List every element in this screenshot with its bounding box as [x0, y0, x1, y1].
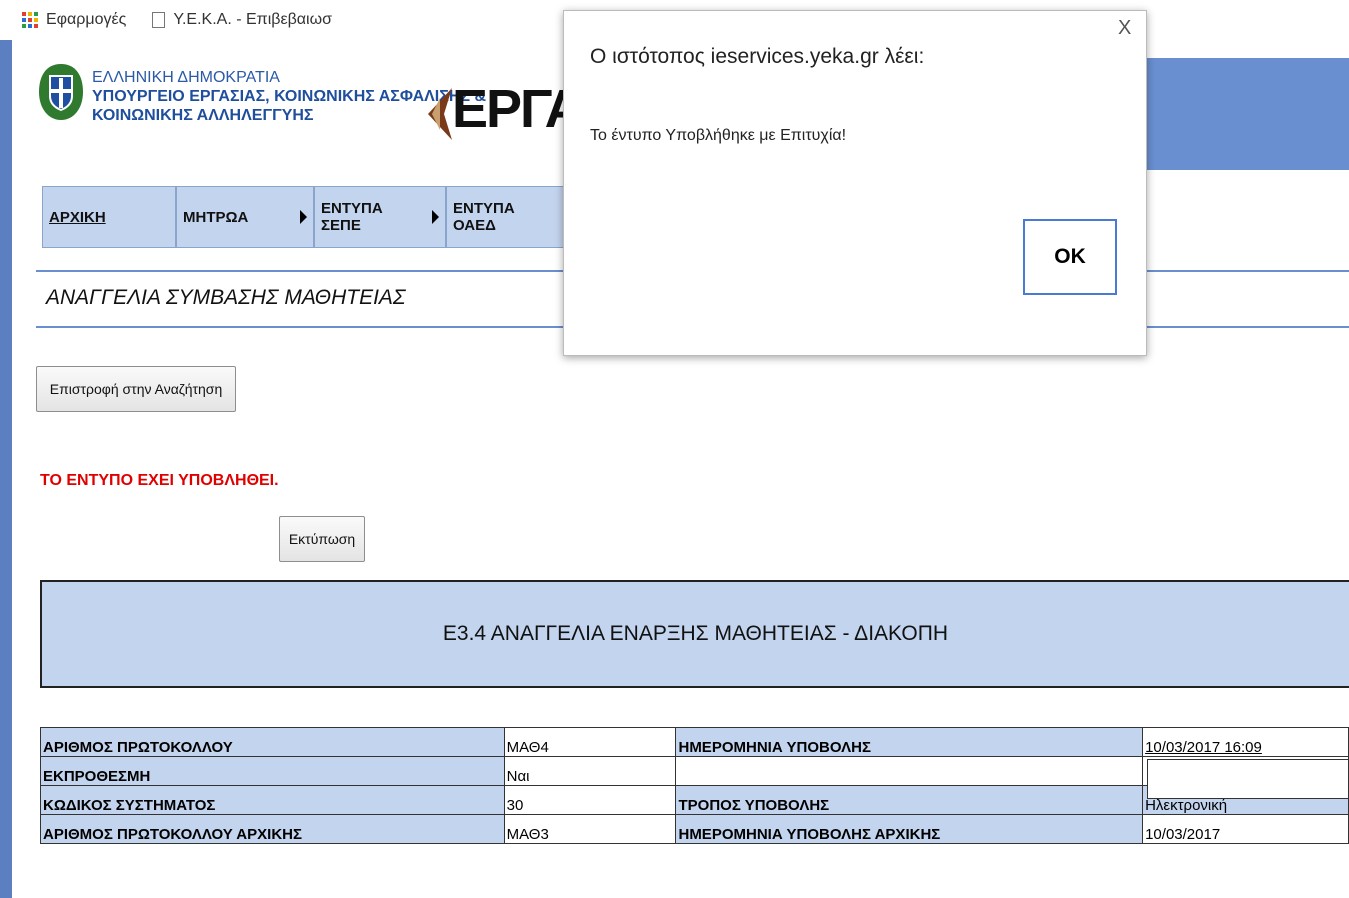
ergani-logo-text: ΕΡΓΑΝΗ [452, 79, 564, 139]
submission-date-value: 10/03/2017 16:09 [1142, 727, 1349, 757]
table-row: ΑΡΙΘΜΟΣ ΠΡΩΤΟΚΟΛΛΟΥ ΜΑΘ4 ΗΜΕΡΟΜΗΝΙΑ ΥΠΟΒ… [40, 727, 1349, 757]
alert-dialog: Ο ιστότοπος ieservices.yeka.gr λέει: X Τ… [563, 10, 1147, 356]
close-icon[interactable]: X [1118, 17, 1131, 40]
submission-status-message: ΤΟ ΕΝΤΥΠΟ ΕΧΕΙ ΥΠΟΒΛΗΘΕΙ. [40, 472, 279, 489]
form-title-band: Ε3.4 ΑΝΑΓΓΕΛΙΑ ΕΝΑΡΞΗΣ ΜΑΘΗΤΕΙΑΣ - ΔΙΑΚΟ… [40, 580, 1349, 688]
empty-cell [675, 756, 1144, 786]
redaction-box [1147, 759, 1349, 799]
bookmark-page-label[interactable]: Υ.Ε.Κ.Α. - Επιβεβαιωσ [173, 11, 332, 29]
overdue-label: ΕΚΠΡΟΘΕΣΜΗ [40, 756, 505, 786]
original-protocol-label: ΑΡΙΘΜΟΣ ΠΡΩΤΟΚΟΛΛΟΥ ΑΡΧΙΚΗΣ [40, 814, 505, 844]
chevron-right-icon [300, 210, 307, 224]
nav-registry[interactable]: ΜΗΤΡΩΑ [176, 186, 314, 248]
nav-sepe-forms[interactable]: ΕΝΤΥΠΑ ΣΕΠΕ [314, 186, 446, 248]
left-border-bar [0, 40, 12, 898]
nav-sepe-label: ΕΝΤΥΠΑ ΣΕΠΕ [321, 200, 383, 234]
apps-grid-icon [22, 12, 38, 28]
ok-button[interactable]: OK [1023, 219, 1117, 295]
system-code-label: ΚΩΔΙΚΟΣ ΣΥΣΤΗΜΑΤΟΣ [40, 785, 505, 815]
bookmark-apps[interactable]: Εφαρμογές [22, 11, 126, 29]
main-nav: ΑΡΧΙΚΗ ΜΗΤΡΩΑ ΕΝΤΥΠΑ ΣΕΠΕ ΕΝΤΥΠΑ ΟΑΕΔ [42, 186, 564, 250]
submission-date-label: ΗΜΕΡΟΜΗΝΙΑ ΥΠΟΒΟΛΗΣ [675, 727, 1144, 757]
greek-coat-of-arms-logo [39, 64, 83, 120]
print-button[interactable]: Εκτύπωση [279, 516, 365, 562]
bookmark-apps-label: Εφαρμογές [46, 11, 127, 28]
nav-home-label: ΑΡΧΙΚΗ [49, 208, 106, 226]
submission-method-label: ΤΡΟΠΟΣ ΥΠΟΒΟΛΗΣ [675, 785, 1144, 815]
chevron-right-icon [432, 210, 439, 224]
page-icon [152, 12, 166, 28]
page-title: ΑΝΑΓΓΕΛΙΑ ΣΥΜΒΑΣΗΣ ΜΑΘΗΤΕΙΑΣ [46, 286, 406, 309]
original-submission-date-label: ΗΜΕΡΟΜΗΝΙΑ ΥΠΟΒΟΛΗΣ ΑΡΧΙΚΗΣ [675, 814, 1144, 844]
table-row: ΑΡΙΘΜΟΣ ΠΡΩΤΟΚΟΛΛΟΥ ΑΡΧΙΚΗΣ ΜΑΘ3 ΗΜΕΡΟΜΗ… [40, 814, 1349, 844]
nav-oaed-forms[interactable]: ΕΝΤΥΠΑ ΟΑΕΔ [446, 186, 564, 248]
form-title: Ε3.4 ΑΝΑΓΓΕΛΙΑ ΕΝΑΡΞΗΣ ΜΑΘΗΤΕΙΑΣ - ΔΙΑΚΟ… [442, 622, 949, 645]
original-submission-date-value: 10/03/2017 [1142, 814, 1349, 844]
nav-oaed-label: ΕΝΤΥΠΑ ΟΑΕΔ [453, 200, 515, 234]
protocol-number-label: ΑΡΙΘΜΟΣ ΠΡΩΤΟΚΟΛΛΟΥ [40, 727, 505, 757]
header-blue-panel [1146, 58, 1349, 170]
dialog-title: Ο ιστότοπος ieservices.yeka.gr λέει: [590, 45, 925, 68]
nav-home[interactable]: ΑΡΧΙΚΗ [42, 186, 176, 248]
system-code-value: 30 [503, 785, 677, 815]
original-protocol-value: ΜΑΘ3 [503, 814, 677, 844]
back-to-search-button[interactable]: Επιστροφή στην Αναζήτηση [36, 366, 236, 412]
ergani-logo: ΕΡΓΑΝΗ [422, 78, 564, 168]
dialog-message: Το έντυπο Υποβλήθηκε με Επιτυχία! [590, 127, 847, 144]
overdue-value: Ναι [503, 756, 677, 786]
protocol-number-value: ΜΑΘ4 [503, 727, 677, 757]
ergani-emblem-icon [428, 88, 452, 140]
nav-registry-label: ΜΗΤΡΩΑ [183, 208, 249, 226]
